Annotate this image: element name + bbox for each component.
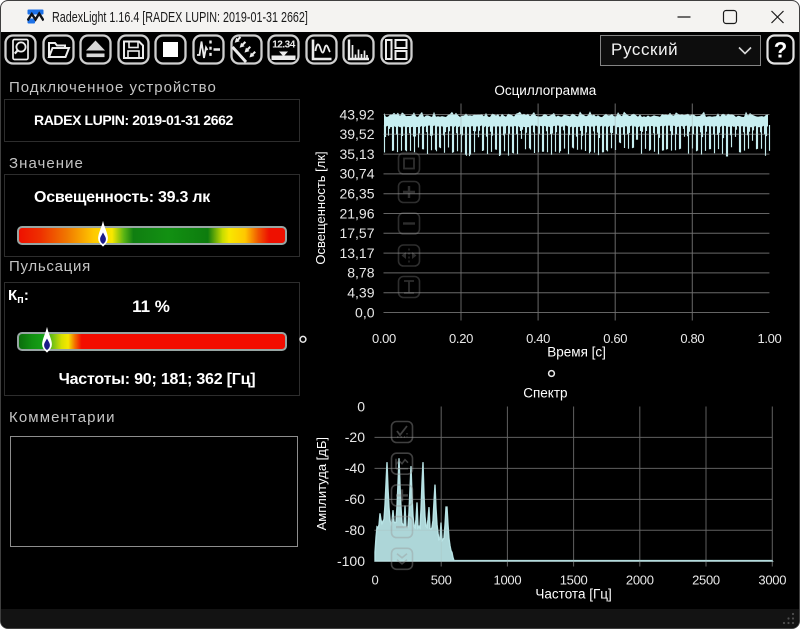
svg-text:-20: -20 — [345, 429, 365, 445]
svg-text:17,57: 17,57 — [339, 225, 374, 241]
svg-text:1500: 1500 — [560, 573, 588, 588]
svg-text:-40: -40 — [345, 460, 365, 476]
svg-text:0.80: 0.80 — [680, 331, 704, 346]
svg-text:Спектр: Спектр — [523, 386, 567, 401]
svg-text:21,96: 21,96 — [339, 205, 374, 221]
svg-text:35,13: 35,13 — [339, 146, 374, 162]
svg-text:500: 500 — [431, 573, 452, 588]
svg-text:0,0: 0,0 — [355, 304, 375, 320]
svg-text:Амплитуда [дБ]: Амплитуда [дБ] — [314, 437, 329, 530]
svg-text:0: 0 — [372, 573, 379, 588]
svg-text:1000: 1000 — [494, 573, 522, 588]
svg-text:Частота [Гц]: Частота [Гц] — [535, 587, 611, 602]
svg-text:Освещенность [лк]: Освещенность [лк] — [313, 151, 328, 264]
svg-text:-80: -80 — [345, 522, 365, 538]
svg-text:39,52: 39,52 — [339, 126, 374, 142]
svg-text:-60: -60 — [345, 491, 365, 507]
svg-text:-100: -100 — [337, 553, 365, 569]
svg-text:26,35: 26,35 — [339, 186, 374, 202]
svg-text:1.00: 1.00 — [757, 331, 781, 346]
svg-text:43,92: 43,92 — [339, 106, 374, 122]
svg-text:0.00: 0.00 — [372, 331, 396, 346]
svg-text:Осциллограмма: Осциллограмма — [494, 83, 596, 98]
svg-text:2000: 2000 — [626, 573, 654, 588]
svg-text:Время [с]: Время [с] — [547, 345, 606, 360]
svg-text:13,17: 13,17 — [339, 245, 374, 261]
svg-text:2500: 2500 — [692, 573, 720, 588]
svg-text:0.60: 0.60 — [603, 331, 627, 346]
svg-text:0.20: 0.20 — [449, 331, 473, 346]
svg-text:8,78: 8,78 — [347, 265, 374, 281]
svg-text:3000: 3000 — [758, 573, 786, 588]
svg-text:0: 0 — [357, 398, 365, 414]
svg-text:30,74: 30,74 — [339, 166, 374, 182]
svg-text:4,39: 4,39 — [347, 285, 374, 301]
